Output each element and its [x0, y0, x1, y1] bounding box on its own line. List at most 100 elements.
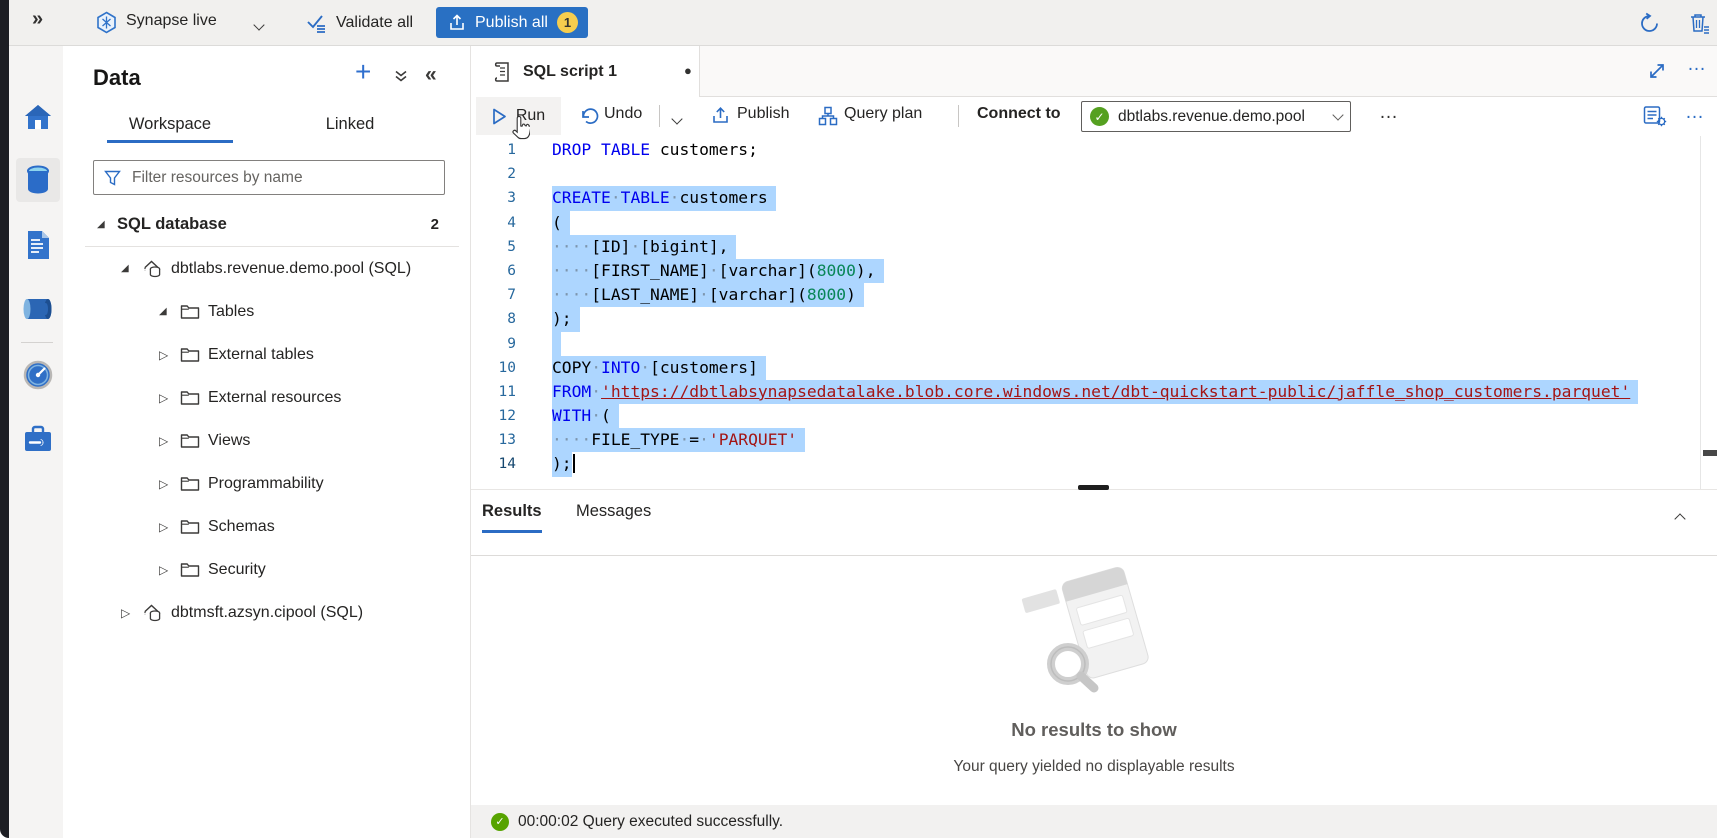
- tree-item-tables[interactable]: ◢Tables: [63, 290, 471, 333]
- tree-item-dbtlabs-revenue-demo-pool-sql[interactable]: ◢dbtlabs.revenue.demo.pool (SQL): [63, 247, 471, 290]
- sidebar-item-data[interactable]: [16, 158, 60, 202]
- collapsed-icon[interactable]: ▷: [159, 477, 173, 491]
- collapsed-icon[interactable]: ▷: [159, 434, 173, 448]
- integrate-icon: [22, 296, 54, 322]
- filter-input[interactable]: [130, 168, 434, 188]
- publish-all-button[interactable]: Publish all 1: [436, 7, 588, 38]
- collapsed-icon[interactable]: ▷: [159, 563, 173, 577]
- mode-selector[interactable]: Synapse live: [126, 12, 217, 30]
- status-message: 00:00:02 Query executed successfully.: [518, 813, 783, 831]
- tree-item-programmability[interactable]: ▷ Programmability: [63, 462, 471, 505]
- properties-icon[interactable]: [1643, 105, 1667, 132]
- connect-to-label: Connect to: [977, 105, 1061, 123]
- empty-results-subtitle: Your query yielded no displayable result…: [471, 758, 1717, 776]
- tree-item-views[interactable]: ▷Views: [63, 419, 471, 462]
- code-line-6[interactable]: 6····[FIRST_NAME]·[varchar](8000),: [471, 259, 1717, 283]
- expanded-icon[interactable]: ◢: [121, 263, 135, 274]
- add-resource-button[interactable]: +: [355, 58, 371, 86]
- home-icon: [23, 103, 53, 131]
- refresh-icon[interactable]: [1638, 12, 1661, 40]
- breadcrumb-expand-icon[interactable]: »: [32, 8, 43, 31]
- sql-editor-pane: SQL script 1 ● … Run Undo Publish Query …: [471, 46, 1717, 838]
- sql-pool-icon: [142, 603, 163, 623]
- collapsed-icon[interactable]: ▷: [159, 391, 173, 405]
- publish-button[interactable]: Publish: [737, 105, 789, 123]
- sidebar-item-develop[interactable]: [16, 223, 60, 267]
- undo-button[interactable]: Undo: [604, 105, 642, 123]
- chevron-down-icon[interactable]: [255, 16, 263, 34]
- collapse-panel-icon[interactable]: «: [425, 63, 437, 87]
- sidebar-item-manage[interactable]: [16, 417, 60, 461]
- tab-messages[interactable]: Messages: [576, 502, 651, 530]
- code-editor[interactable]: 1DROP TABLE customers;23CREATE·TABLE·cus…: [471, 136, 1717, 489]
- trash-icon[interactable]: [1688, 12, 1712, 40]
- tree-item-security[interactable]: ▷Security: [63, 548, 471, 591]
- tree-item-label: dbtmsft.azsyn.cipool (SQL): [171, 604, 363, 622]
- expanded-icon[interactable]: ◢: [97, 219, 111, 230]
- line-number: 1: [471, 138, 516, 162]
- run-icon: [492, 108, 507, 125]
- mouse-cursor: [511, 116, 530, 145]
- code-line-2[interactable]: 2: [471, 162, 1717, 186]
- tab-sql-script-1[interactable]: SQL script 1 ●: [471, 46, 700, 97]
- selection-highlight: ····[LAST_NAME]·[varchar](8000): [552, 283, 864, 307]
- query-plan-icon: [818, 106, 838, 131]
- results-pane: Results Messages No results to show: [471, 489, 1717, 805]
- top-command-bar: » Synapse live Validate all Publish all …: [0, 0, 1717, 46]
- code-line-14[interactable]: 14);: [471, 452, 1717, 476]
- run-options-chevron-icon[interactable]: [673, 110, 681, 128]
- folder-icon: [180, 475, 200, 492]
- sidebar-item-integrate[interactable]: [16, 287, 60, 331]
- scrollbar-thumb[interactable]: [1703, 450, 1717, 456]
- code-line-3[interactable]: 3CREATE·TABLE·customers: [471, 186, 1717, 210]
- code-line-11[interactable]: 11FROM·'https://dbtlabsynapsedatalake.bl…: [471, 380, 1717, 404]
- code-line-4[interactable]: 4(: [471, 211, 1717, 235]
- code-line-10[interactable]: 10COPY·INTO·[customers]: [471, 356, 1717, 380]
- selection-highlight: ····[ID]·[bigint],: [552, 235, 736, 259]
- collapsed-icon[interactable]: ▷: [121, 606, 135, 620]
- selection-highlight: FROM·'https://dbtlabsynapsedatalake.blob…: [552, 380, 1638, 404]
- tree-section-sql-database[interactable]: ◢ SQL database 2: [63, 203, 471, 246]
- editor-scrollbar[interactable]: [1700, 136, 1701, 489]
- collapse-all-icon[interactable]: [393, 68, 409, 89]
- pane-splitter-handle[interactable]: [1078, 485, 1109, 490]
- tree-item-label: Programmability: [208, 475, 324, 493]
- validate-all-button[interactable]: Validate all: [306, 9, 413, 37]
- tab-more-icon[interactable]: …: [1687, 54, 1707, 76]
- code-line-9[interactable]: 9: [471, 332, 1717, 356]
- connect-to-dropdown[interactable]: ✓ dbtlabs.revenue.demo.pool: [1081, 101, 1351, 132]
- expanded-icon[interactable]: ◢: [159, 306, 173, 317]
- expand-icon[interactable]: [1647, 61, 1667, 86]
- code-line-8[interactable]: 8);: [471, 307, 1717, 331]
- tree-item-external-tables[interactable]: ▷External tables: [63, 333, 471, 376]
- editor-more-icon[interactable]: …: [1685, 102, 1705, 124]
- code-line-5[interactable]: 5····[ID]·[bigint],: [471, 235, 1717, 259]
- sidebar-item-home[interactable]: [16, 95, 60, 139]
- query-plan-button[interactable]: Query plan: [844, 105, 922, 123]
- collapsed-icon[interactable]: ▷: [159, 348, 173, 362]
- code-line-13[interactable]: 13····FILE_TYPE·=·'PARQUET': [471, 428, 1717, 452]
- selection-highlight: CREATE·TABLE·customers: [552, 186, 776, 210]
- develop-icon: [25, 230, 51, 260]
- toolbar-divider: [958, 105, 959, 127]
- unsaved-indicator: ●: [684, 63, 692, 78]
- validate-icon: [306, 13, 328, 33]
- code-line-12[interactable]: 12WITH·(: [471, 404, 1717, 428]
- tab-workspace[interactable]: Workspace: [107, 108, 233, 143]
- code-line-1[interactable]: 1DROP TABLE customers;: [471, 138, 1717, 162]
- tree-item-schemas[interactable]: ▷Schemas: [63, 505, 471, 548]
- code-line-7[interactable]: 7····[LAST_NAME]·[varchar](8000): [471, 283, 1717, 307]
- line-number: 12: [471, 404, 516, 428]
- tab-results[interactable]: Results: [482, 502, 542, 533]
- filter-box: [93, 160, 445, 195]
- tab-linked[interactable]: Linked: [290, 108, 410, 143]
- tree-item-dbtmsft-azsyn-cipool-sql[interactable]: ▷ dbtmsft.azsyn.cipool (SQL): [63, 591, 471, 634]
- collapsed-icon[interactable]: ▷: [159, 520, 173, 534]
- toolbar-more-icon[interactable]: …: [1379, 102, 1399, 124]
- data-icon: [25, 165, 51, 195]
- collapse-results-icon[interactable]: [1676, 510, 1684, 528]
- sidebar-item-monitor[interactable]: [16, 353, 60, 397]
- synapse-logo: [95, 11, 118, 39]
- selection-highlight: );: [552, 307, 580, 331]
- tree-item-external-resources[interactable]: ▷External resources: [63, 376, 471, 419]
